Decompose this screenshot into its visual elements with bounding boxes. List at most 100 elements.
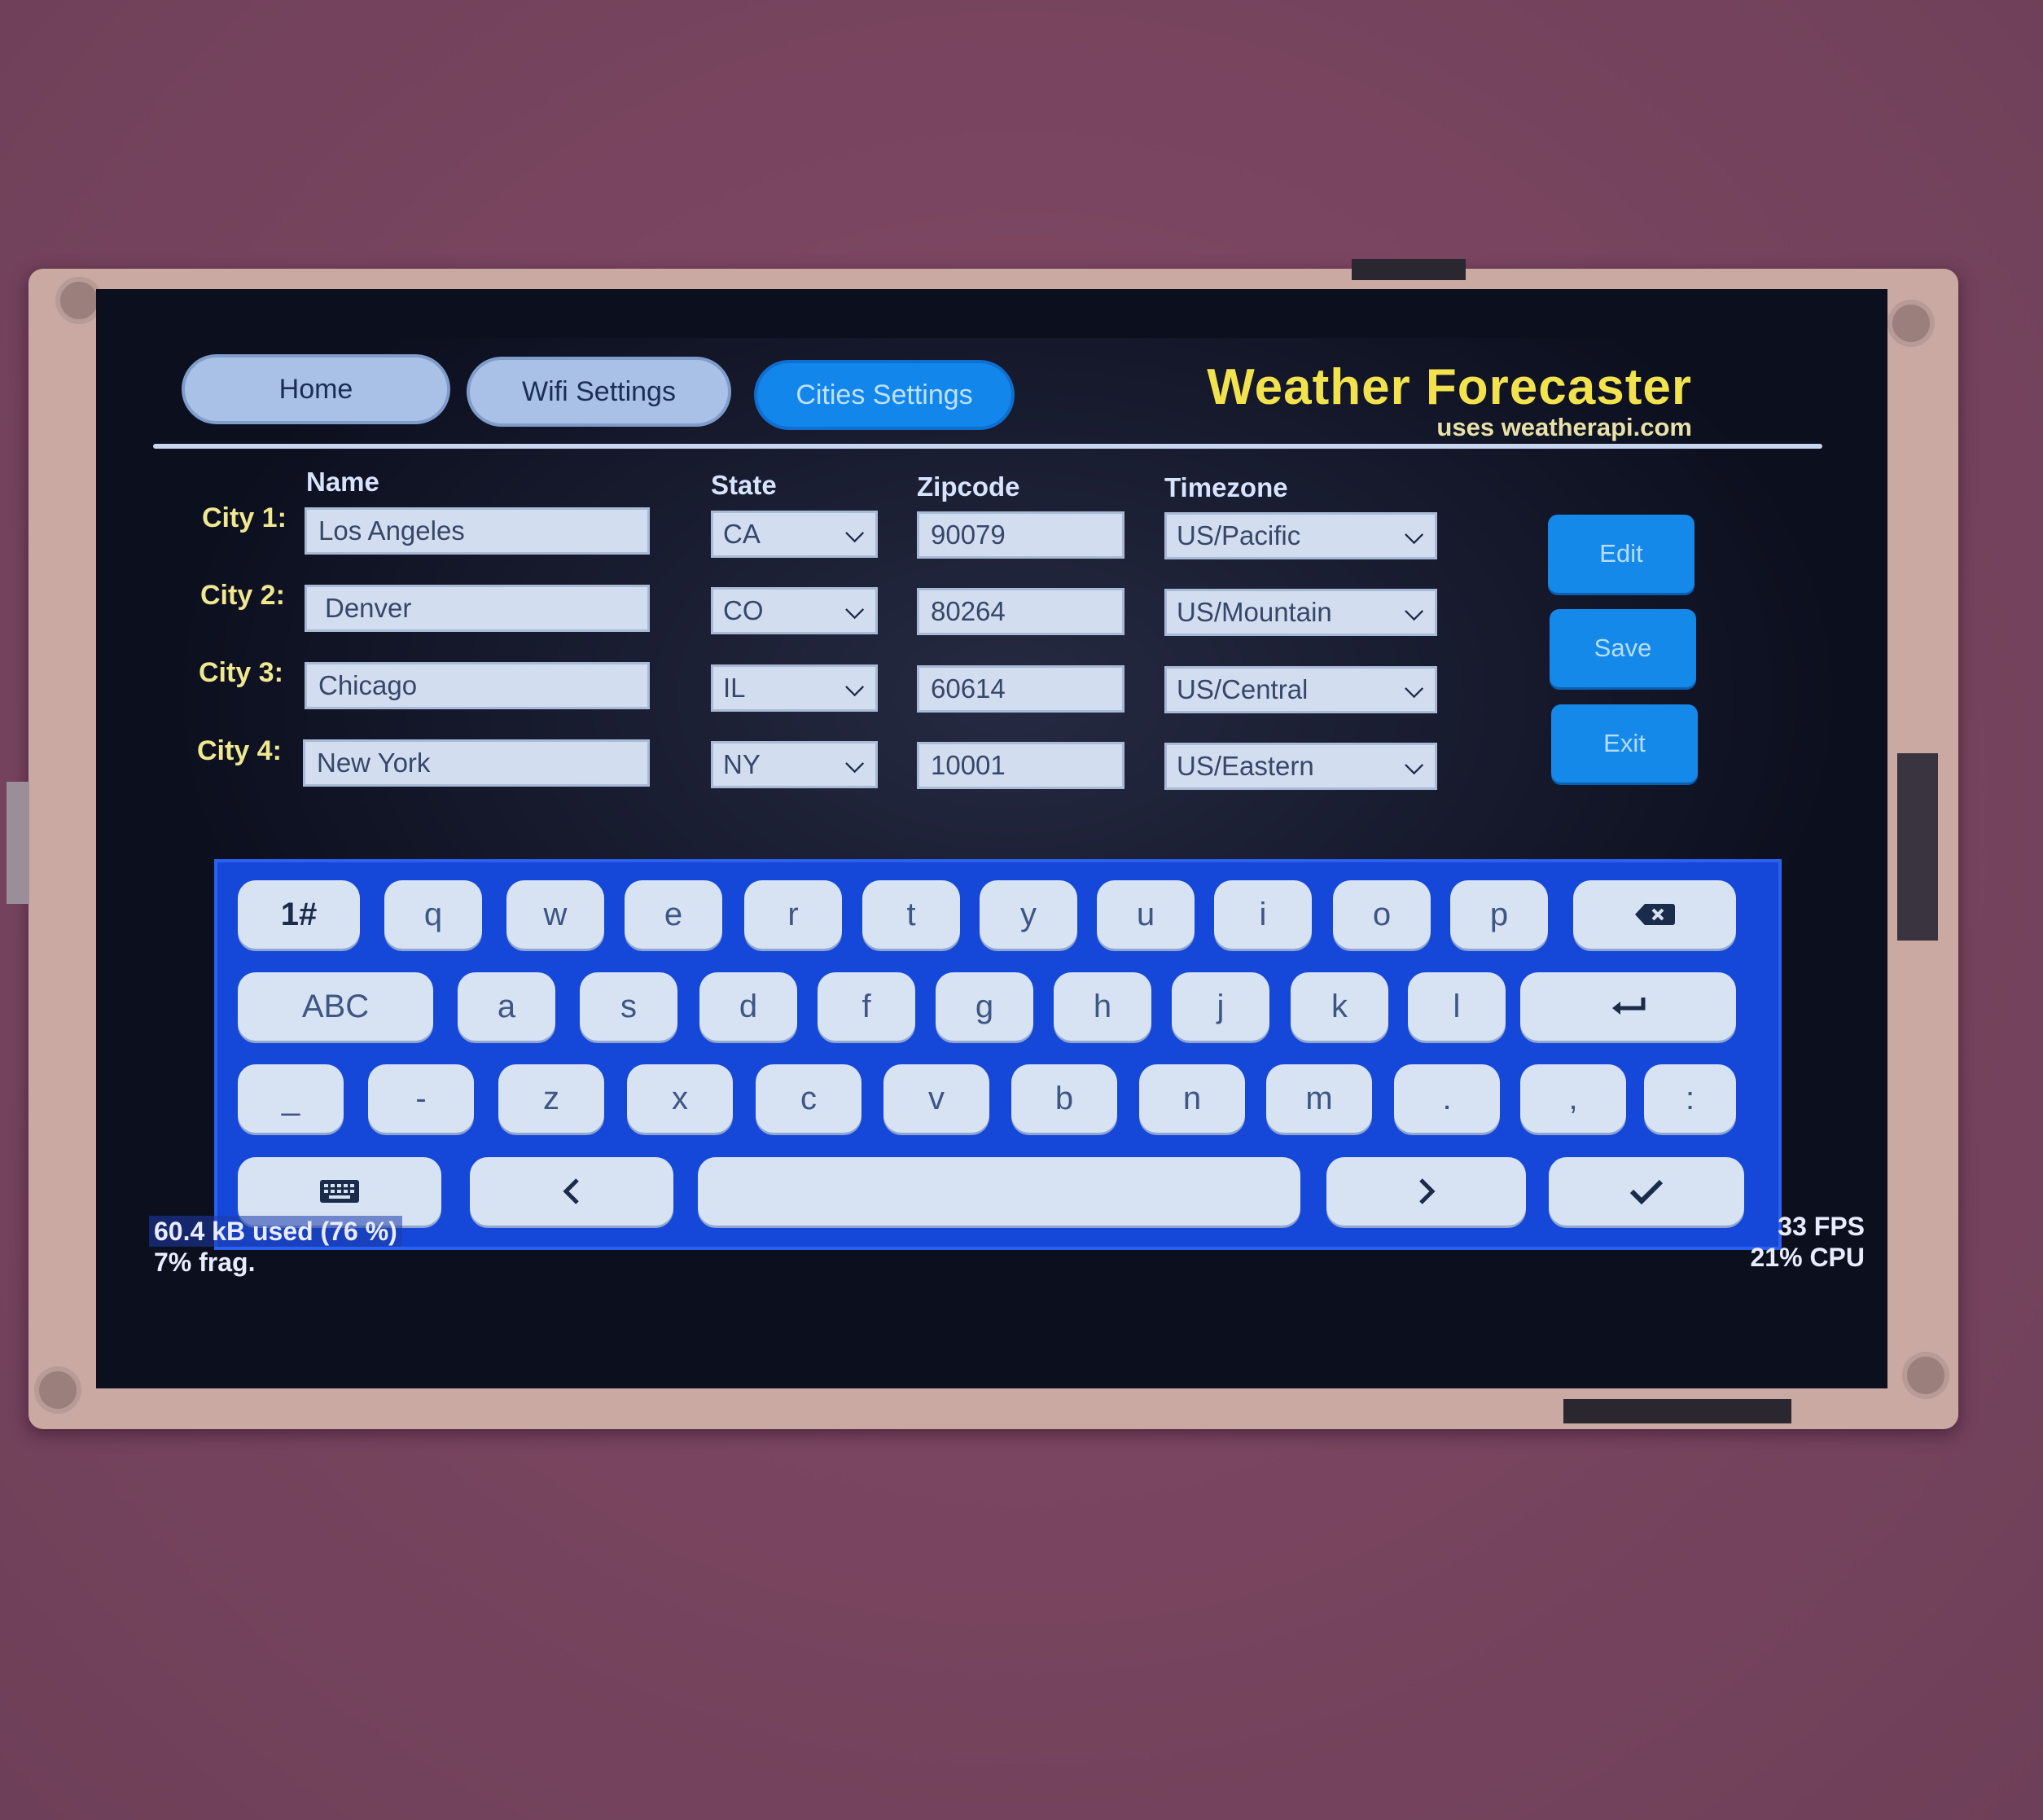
tab-cities-settings[interactable]: Cities Settings — [754, 360, 1015, 430]
city-4-label: City 4: — [197, 735, 282, 766]
save-button[interactable]: Save — [1550, 609, 1696, 687]
key-underscore[interactable]: _ — [238, 1064, 344, 1133]
city-4-state-value: NY — [723, 749, 761, 779]
lcd-screen: Home Wifi Settings Cities Settings Weath… — [96, 289, 1887, 1388]
city-1-zipcode-input[interactable]: 90079 — [917, 511, 1125, 559]
exit-button[interactable]: Exit — [1551, 704, 1698, 783]
key-q[interactable]: q — [384, 880, 482, 949]
key-f[interactable]: f — [818, 972, 915, 1041]
key-colon[interactable]: : — [1644, 1064, 1736, 1133]
city-3-label: City 3: — [199, 657, 283, 688]
key-y[interactable]: y — [980, 880, 1077, 949]
key-b[interactable]: b — [1011, 1064, 1117, 1133]
key-enter[interactable] — [1520, 972, 1736, 1041]
key-period[interactable]: . — [1394, 1064, 1500, 1133]
city-3-name-input[interactable]: Chicago — [305, 662, 650, 709]
city-1-state-value: CA — [723, 519, 761, 549]
key-s[interactable]: s — [580, 972, 677, 1041]
memory-used: 60.4 kB used (76 %) — [149, 1216, 402, 1247]
city-3-zipcode-input[interactable]: 60614 — [917, 665, 1125, 713]
column-header-state: State — [711, 470, 777, 500]
backspace-icon — [1635, 904, 1675, 925]
key-p[interactable]: p — [1450, 880, 1548, 949]
tab-wifi-settings[interactable]: Wifi Settings — [467, 357, 731, 427]
mount-hole — [34, 1366, 81, 1414]
key-i[interactable]: i — [1214, 880, 1312, 949]
city-3-state-value: IL — [723, 673, 746, 703]
city-2-name-input[interactable]: Denver — [305, 585, 650, 632]
left-port — [7, 782, 29, 904]
fps-counter: 33 FPS — [1778, 1212, 1865, 1241]
chevron-down-icon: ⌵ — [845, 674, 864, 701]
key-a[interactable]: a — [458, 972, 555, 1041]
key-backspace[interactable] — [1573, 880, 1736, 949]
key-cursor-left[interactable] — [470, 1157, 673, 1226]
key-n[interactable]: n — [1139, 1064, 1245, 1133]
key-g[interactable]: g — [936, 972, 1033, 1041]
key-o[interactable]: o — [1333, 880, 1431, 949]
app-subtitle: uses weatherapi.com — [1436, 413, 1692, 441]
key-e[interactable]: e — [625, 880, 722, 949]
key-k[interactable]: k — [1291, 972, 1388, 1041]
city-1-timezone-select[interactable]: US/Pacific ⌵ — [1164, 512, 1437, 559]
top-connector — [1352, 259, 1466, 280]
tab-home[interactable]: Home — [182, 354, 450, 424]
city-2-timezone-value: US/Mountain — [1177, 597, 1332, 627]
enter-icon — [1611, 998, 1645, 1015]
chevron-down-icon: ⌵ — [1405, 599, 1423, 625]
memory-monitor: 60.4 kB used (76 %) 7% frag. — [149, 1216, 402, 1278]
checkmark-icon — [1629, 1179, 1664, 1204]
city-4-zipcode-input[interactable]: 10001 — [917, 742, 1125, 789]
city-2-state-select[interactable]: CO ⌵ — [711, 587, 878, 634]
key-space[interactable] — [698, 1157, 1300, 1226]
chevron-down-icon: ⌵ — [1405, 522, 1423, 549]
city-2-zipcode-input[interactable]: 80264 — [917, 588, 1125, 635]
city-1-name-input[interactable]: Los Angeles — [305, 507, 650, 555]
key-r[interactable]: r — [744, 880, 842, 949]
chevron-down-icon: ⌵ — [845, 597, 864, 624]
chevron-down-icon: ⌵ — [1405, 752, 1423, 779]
key-abc[interactable]: ABC — [238, 972, 433, 1041]
key-comma[interactable]: , — [1520, 1064, 1626, 1133]
column-header-name: Name — [306, 467, 379, 497]
city-1-timezone-value: US/Pacific — [1177, 520, 1301, 550]
key-symbols[interactable]: 1# — [238, 880, 360, 949]
header-divider — [153, 444, 1822, 449]
city-3-timezone-select[interactable]: US/Central ⌵ — [1164, 666, 1437, 713]
mount-hole — [1902, 1352, 1949, 1399]
city-3-state-select[interactable]: IL ⌵ — [711, 664, 878, 712]
key-v[interactable]: v — [883, 1064, 989, 1133]
bottom-connector — [1563, 1399, 1791, 1423]
key-cursor-right[interactable] — [1326, 1157, 1526, 1226]
key-hyphen[interactable]: - — [368, 1064, 474, 1133]
mount-hole — [1887, 300, 1935, 347]
side-connector — [1897, 753, 1938, 941]
key-u[interactable]: u — [1097, 880, 1195, 949]
key-j[interactable]: j — [1172, 972, 1269, 1041]
app-title: Weather Forecaster — [1207, 359, 1692, 415]
key-l[interactable]: l — [1408, 972, 1506, 1041]
chevron-left-icon — [563, 1178, 579, 1204]
city-4-timezone-select[interactable]: US/Eastern ⌵ — [1164, 743, 1437, 790]
city-1-state-select[interactable]: CA ⌵ — [711, 511, 878, 558]
edit-button[interactable]: Edit — [1548, 515, 1694, 593]
performance-monitor: 33 FPS 21% CPU — [1702, 1211, 1865, 1273]
cpu-usage: 21% CPU — [1750, 1243, 1865, 1272]
key-m[interactable]: m — [1266, 1064, 1372, 1133]
key-z[interactable]: z — [498, 1064, 604, 1133]
column-header-timezone: Timezone — [1164, 472, 1288, 502]
city-2-label: City 2: — [200, 580, 285, 611]
city-2-timezone-select[interactable]: US/Mountain ⌵ — [1164, 589, 1437, 636]
key-h[interactable]: h — [1054, 972, 1151, 1041]
city-4-name-input[interactable]: New York — [303, 739, 650, 787]
city-3-timezone-value: US/Central — [1177, 674, 1309, 704]
key-w[interactable]: w — [506, 880, 604, 949]
key-c[interactable]: c — [756, 1064, 861, 1133]
chevron-down-icon: ⌵ — [845, 751, 864, 778]
city-1-label: City 1: — [202, 502, 287, 533]
key-x[interactable]: x — [627, 1064, 733, 1133]
city-4-state-select[interactable]: NY ⌵ — [711, 741, 878, 788]
key-d[interactable]: d — [699, 972, 797, 1041]
key-t[interactable]: t — [862, 880, 960, 949]
keyboard-icon — [320, 1180, 359, 1203]
